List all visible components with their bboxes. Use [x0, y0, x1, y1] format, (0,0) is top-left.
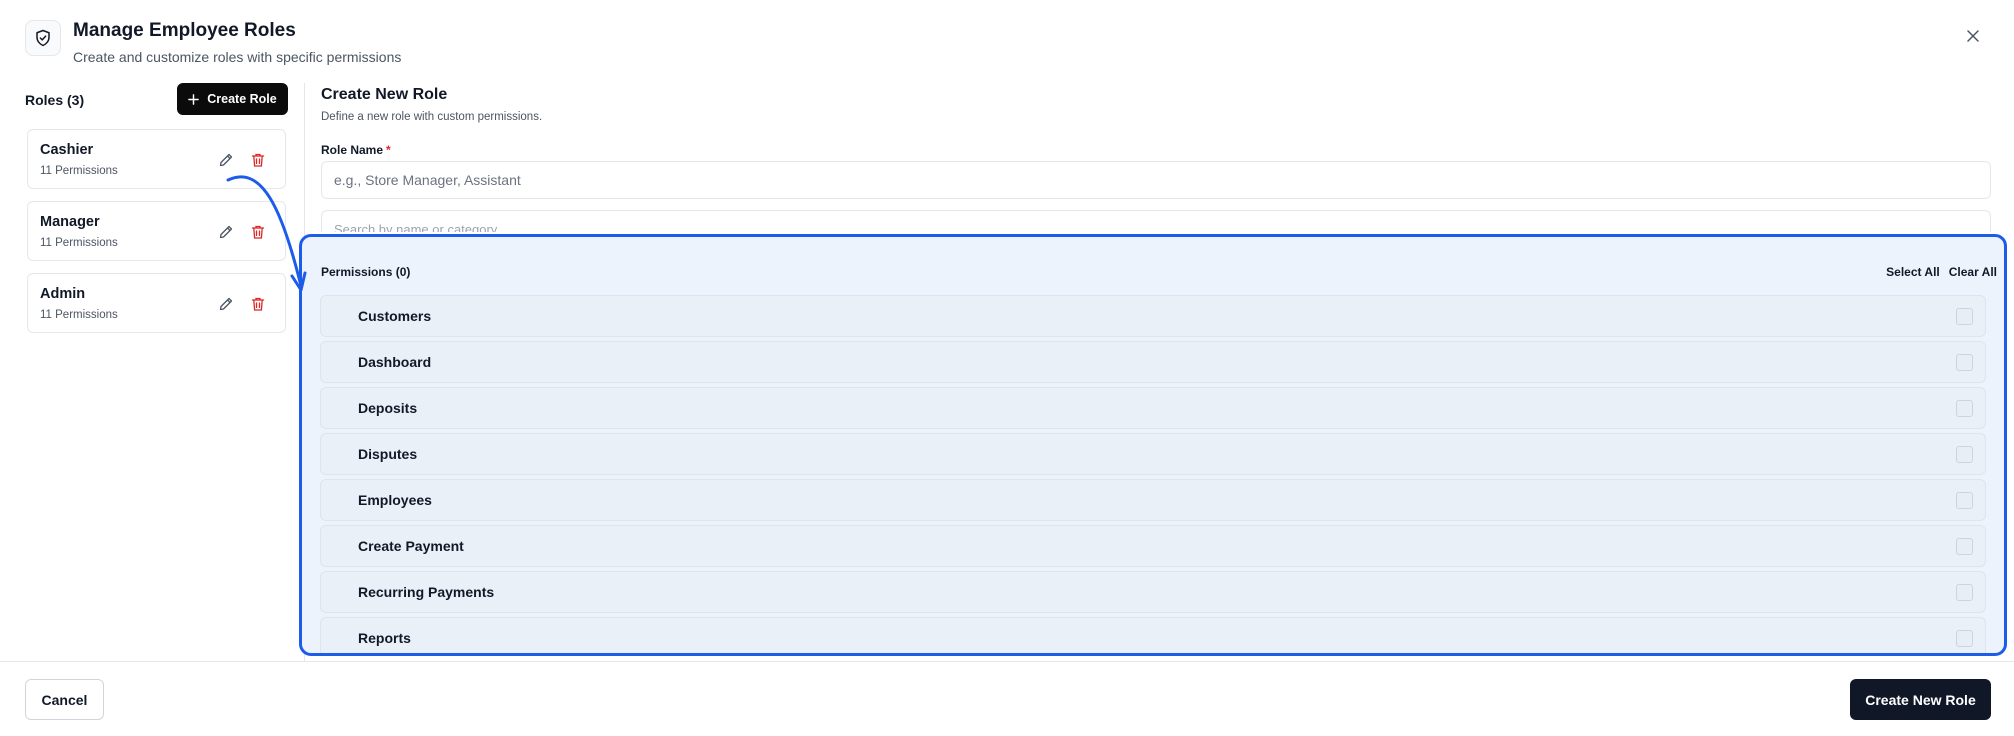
role-name-label-text: Role Name: [321, 143, 384, 157]
role-name: Admin: [40, 286, 86, 302]
permission-row-reports[interactable]: Reports: [320, 617, 1986, 653]
permission-checkbox[interactable]: [1956, 584, 1973, 601]
permission-label: Customers: [358, 308, 432, 324]
cancel-button[interactable]: Cancel: [25, 679, 104, 720]
form-subtitle: Define a new role with custom permission…: [321, 111, 543, 123]
permission-label: Create Payment: [358, 538, 464, 554]
permission-checkbox[interactable]: [1956, 538, 1973, 555]
permission-search-input[interactable]: [321, 210, 1991, 232]
close-button[interactable]: [1961, 24, 1985, 48]
pencil-icon[interactable]: [218, 224, 234, 240]
permission-checkbox[interactable]: [1956, 630, 1973, 647]
footer-divider: [0, 661, 2014, 662]
trash-icon[interactable]: [250, 224, 266, 240]
role-card-admin[interactable]: Admin 11 Permissions: [27, 273, 286, 333]
pencil-icon[interactable]: [218, 152, 234, 168]
permission-row-create-payment[interactable]: Create Payment: [320, 525, 1986, 567]
dialog-subtitle: Create and customize roles with specific…: [73, 49, 402, 65]
role-permissions-count: 11 Permissions: [40, 237, 118, 249]
plus-icon: [188, 93, 200, 105]
form-title: Create New Role: [321, 86, 448, 103]
close-icon: [1967, 30, 1979, 42]
role-name: Manager: [40, 214, 100, 230]
create-new-role-button[interactable]: Create New Role: [1850, 679, 1991, 720]
permission-row-dashboard[interactable]: Dashboard: [320, 341, 1986, 383]
permission-label: Dashboard: [358, 354, 432, 370]
role-name-input[interactable]: [321, 161, 1991, 199]
manage-roles-dialog: Manage Employee Roles Create and customi…: [0, 0, 2014, 736]
permission-checkbox[interactable]: [1956, 308, 1973, 325]
create-role-button[interactable]: Create Role: [177, 83, 288, 115]
permission-label: Deposits: [358, 400, 418, 416]
permission-label: Reports: [358, 630, 411, 646]
trash-icon[interactable]: [250, 296, 266, 312]
permission-label: Employees: [358, 492, 432, 508]
permissions-count: Permissions (0): [321, 265, 411, 279]
trash-icon[interactable]: [250, 152, 266, 168]
dialog-header: Manage Employee Roles Create and customi…: [25, 18, 1989, 70]
permission-row-customers[interactable]: Customers: [320, 295, 1986, 337]
role-name-label: Role Name *: [321, 143, 391, 157]
role-name: Cashier: [40, 142, 94, 158]
shield-check-icon: [25, 20, 61, 56]
permission-row-recurring-payments[interactable]: Recurring Payments: [320, 571, 1986, 613]
permission-label: Recurring Payments: [358, 584, 495, 600]
permission-row-employees[interactable]: Employees: [320, 479, 1986, 521]
permission-row-deposits[interactable]: Deposits: [320, 387, 1986, 429]
role-card-cashier[interactable]: Cashier 11 Permissions: [27, 129, 286, 189]
clear-all-button[interactable]: Clear All: [1949, 265, 1997, 279]
permission-checkbox[interactable]: [1956, 400, 1973, 417]
permission-search-wrap: [321, 210, 1991, 232]
permissions-section: Permissions (0) Select All Clear All Cus…: [299, 234, 2007, 656]
roles-panel: Roles (3) Create Role Cashier 11 Permiss…: [25, 83, 290, 658]
role-card-manager[interactable]: Manager 11 Permissions: [27, 201, 286, 261]
create-role-label: Create Role: [207, 92, 277, 106]
permission-checkbox[interactable]: [1956, 446, 1973, 463]
role-permissions-count: 11 Permissions: [40, 309, 118, 321]
permission-checkbox[interactable]: [1956, 354, 1973, 371]
role-permissions-count: 11 Permissions: [40, 165, 118, 177]
permission-row-disputes[interactable]: Disputes: [320, 433, 1986, 475]
permission-label: Disputes: [358, 446, 418, 462]
permission-bulk-actions: Select All Clear All: [1886, 265, 1997, 279]
roles-count: Roles (3): [25, 92, 85, 108]
required-marker: *: [386, 143, 391, 157]
permission-checkbox[interactable]: [1956, 492, 1973, 509]
select-all-button[interactable]: Select All: [1886, 265, 1940, 279]
pencil-icon[interactable]: [218, 296, 234, 312]
dialog-title: Manage Employee Roles: [73, 20, 296, 41]
